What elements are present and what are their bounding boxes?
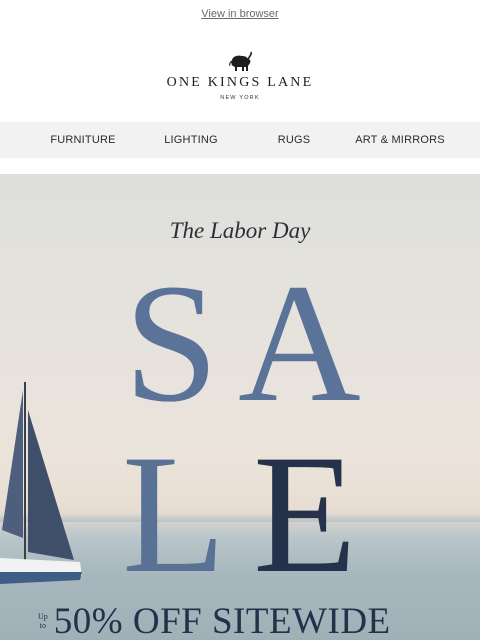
sailboat-image <box>0 382 82 584</box>
offer-headline: Up to 50% OFF SITEWIDE <box>38 600 391 640</box>
view-in-browser-link[interactable]: View in browser <box>201 8 278 20</box>
up-to-label: Up to <box>38 612 48 630</box>
brand-location: NEW YORK <box>220 95 260 101</box>
up-to-label-line2: to <box>39 621 46 630</box>
brand-name: ONE KINGS LANE <box>166 75 314 90</box>
hero-subtitle: The Labor Day <box>169 218 311 243</box>
sale-letter-e: E <box>253 420 357 608</box>
nav-item-lighting[interactable]: LIGHTING <box>164 134 218 146</box>
top-bar: View in browser <box>0 0 480 28</box>
sale-hero-banner[interactable]: The Labor Day S A L E Up to 50% OFF SITE… <box>0 174 480 640</box>
offer-text: 50% OFF SITEWIDE <box>53 601 391 640</box>
sale-letter-a: A <box>238 249 361 437</box>
sale-letter-s: S <box>124 249 219 437</box>
elephant-icon <box>229 51 253 71</box>
sale-letter-l: L <box>122 420 226 608</box>
nav-item-art-mirrors[interactable]: ART & MIRRORS <box>355 134 445 146</box>
nav-item-furniture[interactable]: FURNITURE <box>50 134 115 146</box>
nav-item-rugs[interactable]: RUGS <box>278 134 311 146</box>
up-to-label-line1: Up <box>38 612 48 621</box>
category-nav: FURNITURE LIGHTING RUGS ART & MIRRORS <box>0 122 480 158</box>
logo[interactable]: ONE KINGS LANE NEW YORK <box>0 28 480 122</box>
